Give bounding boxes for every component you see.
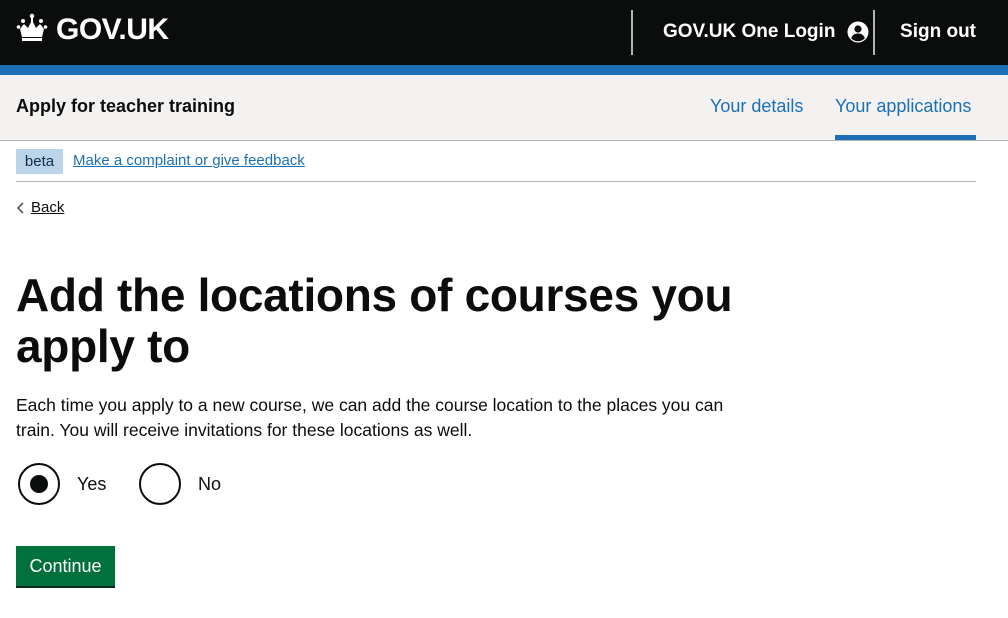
radio-no-circle[interactable] — [139, 463, 181, 505]
back-link-label: Back — [31, 198, 65, 216]
header-divider — [873, 10, 875, 55]
govuk-logo-text: GOV.UK — [56, 13, 169, 46]
govuk-header: GOV.UK GOV.UK One Login Sign out — [0, 0, 1008, 65]
user-icon — [847, 21, 869, 43]
nav-active-indicator — [835, 135, 976, 140]
back-link[interactable]: Back — [16, 197, 64, 217]
service-name[interactable]: Apply for teacher training — [16, 96, 235, 117]
radio-selected-dot — [30, 475, 48, 493]
continue-button[interactable]: Continue — [16, 546, 115, 586]
one-login-label: GOV.UK One Login — [663, 21, 836, 42]
sign-out-link[interactable]: Sign out — [900, 18, 976, 46]
radio-yes[interactable]: Yes — [18, 463, 106, 505]
feedback-link[interactable]: Make a complaint or give feedback — [73, 152, 305, 169]
one-login-link[interactable]: GOV.UK One Login — [663, 18, 869, 46]
service-navigation: Apply for teacher training Your details … — [0, 75, 1008, 141]
phase-banner: beta Make a complaint or give feedback — [16, 148, 976, 182]
radio-no[interactable]: No — [139, 463, 221, 505]
radio-no-label[interactable]: No — [198, 474, 221, 495]
header-divider — [631, 10, 633, 55]
radio-yes-circle[interactable] — [18, 463, 60, 505]
chevron-left-icon — [16, 201, 26, 214]
nav-your-details[interactable]: Your details — [710, 96, 803, 117]
nav-your-applications[interactable]: Your applications — [835, 96, 971, 117]
page-title: Add the locations of courses you apply t… — [16, 269, 733, 372]
header-blue-strip — [0, 65, 1008, 75]
radio-yes-label[interactable]: Yes — [77, 474, 106, 495]
crown-icon — [16, 13, 48, 48]
beta-tag: beta — [16, 149, 63, 174]
page-description: Each time you apply to a new course, we … — [16, 395, 724, 440]
govuk-logo-link[interactable]: GOV.UK — [16, 13, 169, 48]
